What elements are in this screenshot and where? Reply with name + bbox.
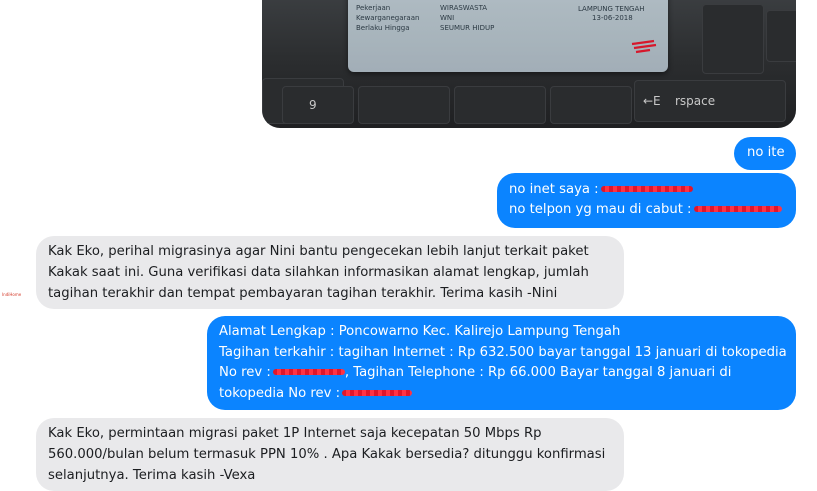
- keyboard-key-9: 9: [282, 86, 354, 124]
- keyboard-key-backspace: ←E rspace: [634, 80, 786, 122]
- redacted-number: [600, 186, 693, 192]
- card-date: 13-06-2018: [592, 14, 633, 22]
- message-text: Kakak saat ini. Guna verifikasi data sil…: [48, 265, 589, 280]
- message-text: Kak Eko, permintaan migrasi paket 1P Int…: [48, 426, 542, 441]
- message-text: No rev :, Tagihan Telephone : Rp 66.000 …: [219, 365, 732, 380]
- message-text: 560.000/bulan belum termasuk PPN 10% . A…: [48, 447, 606, 462]
- id-card: Pekerjaan WIRASWASTA Kewarganegaraan WNI…: [348, 0, 668, 72]
- redacted-number: [693, 206, 782, 212]
- redacted-number: [272, 369, 345, 375]
- photo-attachment[interactable]: 9 ←E rspace Pekerjaan WIRASWASTA Kewarga…: [262, 0, 796, 128]
- redacted-number: [342, 390, 413, 396]
- message-text: Kak Eko, perihal migrasinya agar Nini ba…: [48, 244, 589, 259]
- outgoing-message[interactable]: Alamat Lengkap : Poncowarno Kec. Kalirej…: [207, 316, 796, 410]
- message-text: Alamat Lengkap : Poncowarno Kec. Kalirej…: [219, 324, 621, 339]
- card-label: Pekerjaan: [356, 4, 391, 12]
- message-text: no ite: [747, 145, 785, 160]
- agent-avatar: IndiHome: [2, 292, 22, 297]
- message-text: no telpon yg mau di cabut :: [509, 200, 782, 221]
- keyboard-key: [550, 86, 632, 124]
- keyboard-key: [358, 86, 450, 124]
- keyboard-key: [454, 86, 546, 124]
- signature-redaction: [631, 39, 657, 54]
- message-text: tokopedia No rev :: [219, 384, 413, 405]
- message-text: no inet saya :: [509, 180, 693, 201]
- card-region: LAMPUNG TENGAH: [578, 5, 645, 13]
- incoming-message[interactable]: Kak Eko, permintaan migrasi paket 1P Int…: [36, 418, 624, 491]
- card-value: WIRASWASTA: [440, 4, 488, 12]
- keyboard-key: [702, 4, 764, 74]
- card-value: WNI: [440, 14, 455, 22]
- message-text: tagihan terakhir dan tempat pembayaran t…: [48, 286, 558, 301]
- card-label: Kewarganegaraan: [356, 14, 420, 22]
- card-value: SEUMUR HIDUP: [440, 24, 495, 32]
- outgoing-message[interactable]: no inet saya : no telpon yg mau di cabut…: [497, 173, 796, 228]
- message-text: selanjutnya. Terima kasih -Vexa: [48, 468, 256, 483]
- keyboard-key: [766, 10, 796, 62]
- message-text: Tagihan terkahir : tagihan Internet : Rp…: [219, 345, 787, 360]
- card-label: Berlaku Hingga: [356, 24, 410, 32]
- incoming-message[interactable]: Kak Eko, perihal migrasinya agar Nini ba…: [36, 236, 624, 309]
- outgoing-message[interactable]: no ite: [734, 137, 796, 170]
